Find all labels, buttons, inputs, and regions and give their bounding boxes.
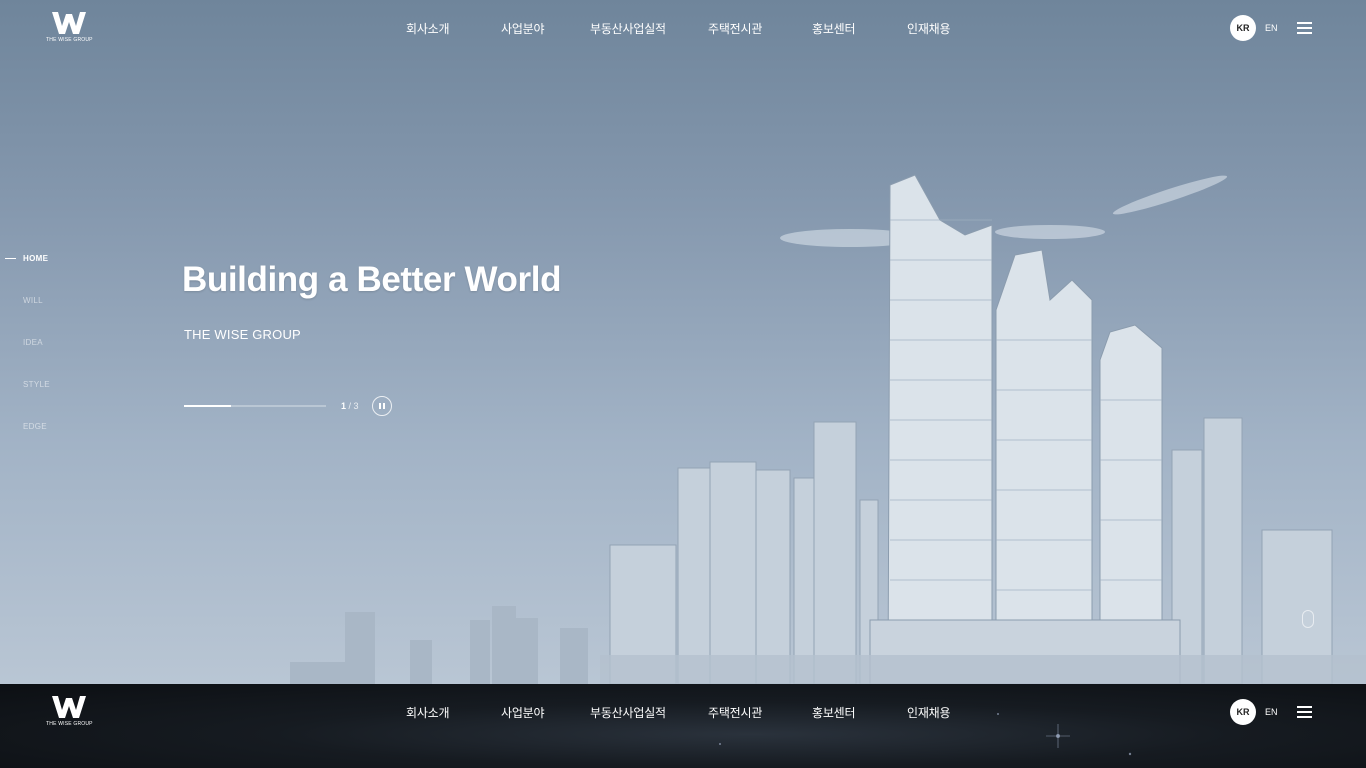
slide-pager: 1 / 3 xyxy=(341,401,359,411)
sparkle-background xyxy=(719,713,1132,756)
menu-item-business[interactable]: 사업분야 xyxy=(501,20,545,37)
footer-lang-kr-button[interactable]: KR xyxy=(1230,699,1256,725)
menu-item-pr[interactable]: 홍보센터 xyxy=(812,20,856,37)
hero-subtitle: THE WISE GROUP xyxy=(184,327,301,342)
footer-menu-item-pr[interactable]: 홍보센터 xyxy=(812,704,856,721)
footer-hamburger-menu-icon[interactable] xyxy=(1297,706,1312,718)
hamburger-menu-icon[interactable] xyxy=(1297,22,1312,34)
mouse-scroll-icon xyxy=(1283,610,1333,640)
footer-menu-item-realestate[interactable]: 부동산사업실적 xyxy=(590,704,666,721)
side-nav-edge[interactable]: EDGE xyxy=(23,422,47,431)
slide-progress-bar xyxy=(184,405,326,407)
pause-icon xyxy=(379,403,381,409)
side-nav-idea[interactable]: IDEA xyxy=(23,338,43,347)
hero-section: THE WISE GROUP 회사소개 사업분야 부동산사업실적 주택전시관 홍… xyxy=(0,0,1366,684)
side-nav-home[interactable]: HOME xyxy=(23,254,48,263)
side-navigation: HOME WILL IDEA STYLE EDGE xyxy=(0,250,80,450)
footer-lang-en-button[interactable]: EN xyxy=(1265,707,1278,717)
lang-kr-button[interactable]: KR xyxy=(1230,15,1256,41)
menu-item-company[interactable]: 회사소개 xyxy=(406,20,450,37)
top-navigation: THE WISE GROUP 회사소개 사업분야 부동산사업실적 주택전시관 홍… xyxy=(0,0,1366,58)
footer-menu-item-company[interactable]: 회사소개 xyxy=(406,704,450,721)
slide-total: 3 xyxy=(353,401,359,411)
side-nav-will[interactable]: WILL xyxy=(23,296,43,305)
lang-en-button[interactable]: EN xyxy=(1265,23,1278,33)
active-indicator xyxy=(5,258,16,259)
footer-menu-item-business[interactable]: 사업분야 xyxy=(501,704,545,721)
main-menu: 회사소개 사업분야 부동산사업실적 주택전시관 홍보센터 인재채용 xyxy=(0,20,1366,38)
bottom-navigation-bar: THE WISE GROUP 회사소개 사업분야 부동산사업실적 주택전시관 홍… xyxy=(0,684,1366,768)
city-skyline-image xyxy=(290,174,1366,684)
pause-button[interactable] xyxy=(372,396,392,416)
side-nav-style[interactable]: STYLE xyxy=(23,380,50,389)
footer-menu-item-careers[interactable]: 인재채용 xyxy=(907,704,951,721)
slide-progress-fill xyxy=(184,405,231,407)
slide-separator: / xyxy=(346,401,354,411)
footer-menu: 회사소개 사업분야 부동산사업실적 주택전시관 홍보센터 인재채용 xyxy=(0,704,1366,722)
footer-menu-item-showroom[interactable]: 주택전시관 xyxy=(708,704,762,721)
menu-item-showroom[interactable]: 주택전시관 xyxy=(708,20,762,37)
menu-item-realestate[interactable]: 부동산사업실적 xyxy=(590,20,666,37)
hero-title: Building a Better World xyxy=(182,260,562,299)
menu-item-careers[interactable]: 인재채용 xyxy=(907,20,951,37)
